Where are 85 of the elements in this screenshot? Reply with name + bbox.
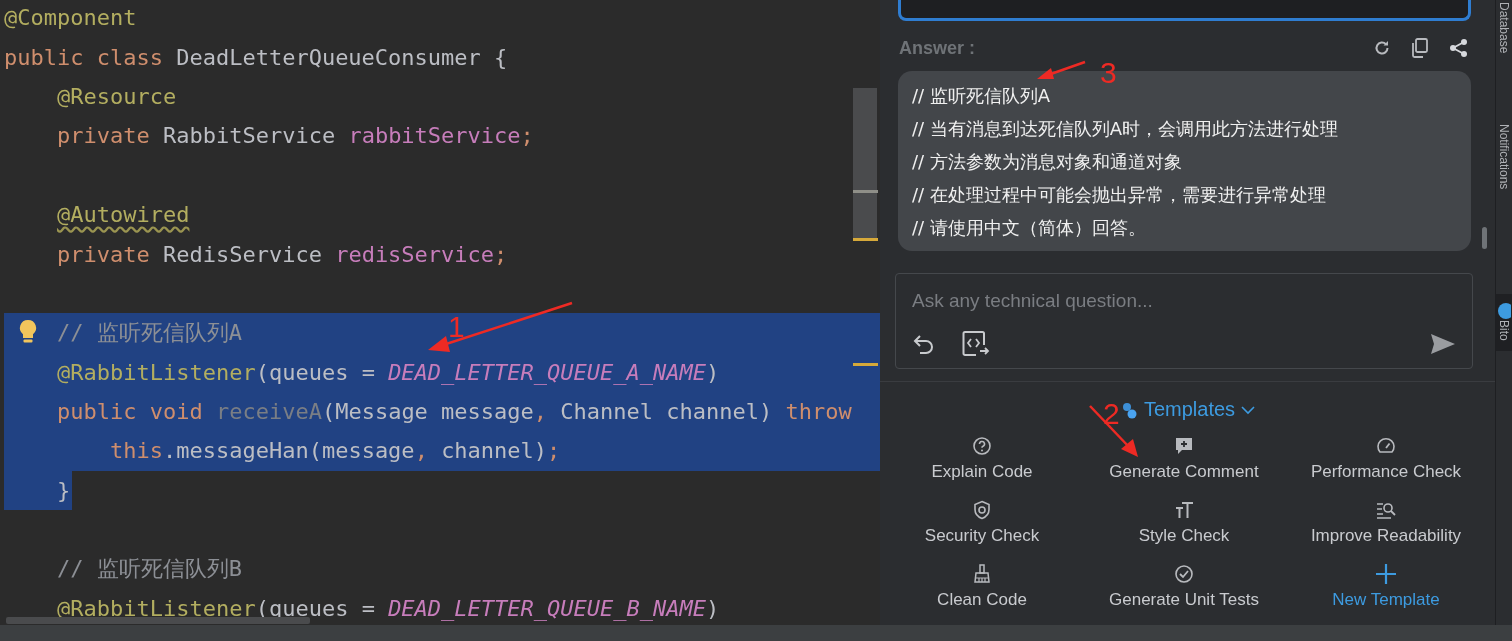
scrollbar-thumb[interactable]	[6, 617, 310, 624]
annotation-number: 1	[448, 310, 465, 343]
tool-window-tab[interactable]: Notifications	[1497, 124, 1511, 190]
code-method-name: receiveA	[215, 399, 322, 425]
code-keyword: private	[57, 241, 151, 267]
undo-icon[interactable]	[912, 333, 936, 355]
copy-icon[interactable]	[1411, 38, 1429, 58]
code-text: .messageHan(message	[162, 438, 415, 464]
template-button[interactable]: Improve Readability	[1310, 526, 1462, 546]
code-text: channel)	[441, 438, 548, 464]
template-button[interactable]: Generate Comment	[1109, 462, 1259, 482]
error-stripe-marker[interactable]	[853, 190, 878, 193]
comment-icon[interactable]	[1174, 436, 1194, 456]
annotation-arrow	[1089, 405, 1138, 457]
template-button[interactable]: Generate Unit Tests	[1109, 590, 1259, 610]
code-text: DeadLetterQueueConsumer {	[176, 44, 508, 70]
code-constant: DEAD_LETTER_QUEUE_B_NAME	[388, 596, 706, 622]
code-comment: // 监听死信队列B	[57, 556, 242, 582]
code-text: (queues =	[255, 359, 376, 385]
code-keyword: ;	[494, 241, 508, 267]
scrollbar-thumb[interactable]	[853, 88, 877, 240]
code-field: redisService	[335, 241, 495, 267]
gauge-icon[interactable]	[1376, 436, 1396, 456]
template-button[interactable]: Style Check	[1138, 526, 1230, 546]
code-annotation: @Autowired	[57, 202, 190, 228]
question-icon[interactable]	[972, 436, 992, 456]
code-text: RabbitService	[162, 123, 337, 149]
tool-window-tab[interactable]: Database	[1497, 2, 1511, 54]
answer-text-line: // 在处理过程中可能会抛出异常，需要进行异常处理	[912, 183, 1327, 207]
share-icon[interactable]	[1449, 38, 1469, 58]
caret-icon[interactable]	[1241, 403, 1256, 416]
answer-text-line: // 监听死信队列A	[912, 84, 1052, 108]
templates-toggle[interactable]: Templates	[1143, 398, 1236, 421]
text-size-icon[interactable]	[1174, 500, 1194, 520]
code-text: }	[57, 477, 71, 503]
plus-icon[interactable]	[1376, 564, 1396, 584]
code-keyword: public void	[57, 399, 204, 425]
prompt-box[interactable]	[898, 0, 1471, 21]
code-text: RedisService	[162, 241, 323, 267]
answer-label: Answer :	[899, 37, 977, 59]
annotation-arrow	[1037, 60, 1086, 79]
question-input-field[interactable]: Ask any technical question...	[912, 288, 1456, 314]
code-text: )	[706, 596, 720, 622]
code-keyword: ,	[533, 399, 549, 425]
code-annotation: @Resource	[57, 83, 177, 109]
error-stripe-marker[interactable]	[853, 363, 878, 366]
code-text: Channel channel)	[560, 399, 774, 425]
annotation-number: 3	[1100, 56, 1117, 89]
code-text: )	[706, 359, 720, 385]
code-keyword: ;	[547, 438, 561, 464]
code-text: (Message message	[321, 399, 534, 425]
error-stripe-marker[interactable]	[853, 238, 878, 241]
template-button[interactable]: Performance Check	[1310, 462, 1462, 482]
code-constant: DEAD_LETTER_QUEUE_A_NAME	[388, 359, 706, 385]
refresh-icon[interactable]	[1373, 39, 1391, 57]
answer-text-line: // 方法参数为消息对象和通道对象	[912, 150, 1183, 174]
chat-bubble-icon[interactable]	[1497, 302, 1511, 320]
answer-text-line: // 请使用中文（简体）回答。	[912, 216, 1147, 240]
code-keyword: public class	[4, 44, 164, 70]
code-keyword: this	[109, 438, 163, 464]
template-button[interactable]: Clean Code	[937, 590, 1027, 610]
search-list-icon[interactable]	[1376, 500, 1396, 520]
new-template-button[interactable]: New Template	[1332, 590, 1440, 610]
template-button[interactable]: Explain Code	[931, 462, 1033, 482]
broom-icon[interactable]	[972, 564, 992, 584]
code-keyword: ;	[520, 123, 534, 149]
scrollbar-thumb[interactable]	[1482, 227, 1487, 249]
code-field: rabbitService	[348, 123, 521, 149]
shield-icon[interactable]	[972, 500, 992, 520]
code-annotation: @Component	[4, 5, 137, 31]
code-keyword: ,	[414, 438, 429, 464]
check-badge-icon[interactable]	[1174, 564, 1194, 584]
code-keyword: private	[57, 123, 151, 149]
code-insert-icon[interactable]	[962, 330, 990, 358]
code-comment: // 监听死信队列A	[57, 319, 242, 345]
lightbulb-icon[interactable]	[18, 319, 38, 346]
code-keyword: throw	[785, 399, 852, 425]
send-icon[interactable]	[1430, 333, 1456, 355]
annotation-number: 2	[1103, 397, 1120, 430]
answer-text-line: // 当有消息到达死信队列A时，会调用此方法进行处理	[912, 117, 1340, 141]
code-text: (queues =	[255, 596, 376, 622]
code-annotation: @RabbitListener	[57, 596, 256, 622]
code-annotation: @RabbitListener	[57, 359, 256, 385]
question-box[interactable]: Ask any technical question...	[895, 273, 1473, 369]
template-button[interactable]: Security Check	[924, 526, 1040, 546]
